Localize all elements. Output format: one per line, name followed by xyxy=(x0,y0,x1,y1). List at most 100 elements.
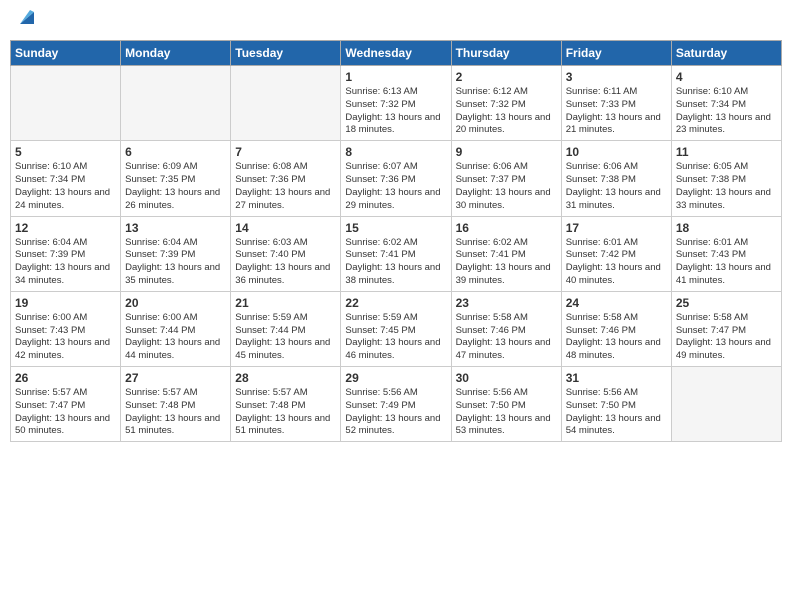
calendar-cell: 26 Sunrise: 5:57 AM Sunset: 7:47 PM Dayli… xyxy=(11,367,121,442)
day-number: 21 xyxy=(235,296,336,310)
day-number: 30 xyxy=(456,371,557,385)
day-header-monday: Monday xyxy=(121,41,231,66)
day-number: 15 xyxy=(345,221,446,235)
day-info: Sunrise: 6:13 AM Sunset: 7:32 PM Dayligh… xyxy=(345,86,446,137)
day-info: Sunrise: 6:07 AM Sunset: 7:36 PM Dayligh… xyxy=(345,161,446,212)
day-header-tuesday: Tuesday xyxy=(231,41,341,66)
day-number: 8 xyxy=(345,145,446,159)
day-number: 19 xyxy=(15,296,116,310)
calendar-cell: 3 Sunrise: 6:11 AM Sunset: 7:33 PM Daylig… xyxy=(561,66,671,141)
day-info: Sunrise: 5:58 AM Sunset: 7:46 PM Dayligh… xyxy=(456,312,557,363)
week-row-5: 26 Sunrise: 5:57 AM Sunset: 7:47 PM Dayli… xyxy=(11,367,782,442)
day-header-sunday: Sunday xyxy=(11,41,121,66)
logo-icon xyxy=(16,6,38,28)
day-info: Sunrise: 5:56 AM Sunset: 7:50 PM Dayligh… xyxy=(456,387,557,438)
calendar-cell: 13 Sunrise: 6:04 AM Sunset: 7:39 PM Dayli… xyxy=(121,216,231,291)
calendar-cell: 27 Sunrise: 5:57 AM Sunset: 7:48 PM Dayli… xyxy=(121,367,231,442)
page: SundayMondayTuesdayWednesdayThursdayFrid… xyxy=(0,0,792,612)
day-info: Sunrise: 6:11 AM Sunset: 7:33 PM Dayligh… xyxy=(566,86,667,137)
day-info: Sunrise: 6:10 AM Sunset: 7:34 PM Dayligh… xyxy=(676,86,777,137)
calendar-cell: 28 Sunrise: 5:57 AM Sunset: 7:48 PM Dayli… xyxy=(231,367,341,442)
calendar-cell: 17 Sunrise: 6:01 AM Sunset: 7:42 PM Dayli… xyxy=(561,216,671,291)
calendar-cell: 1 Sunrise: 6:13 AM Sunset: 7:32 PM Daylig… xyxy=(341,66,451,141)
day-number: 26 xyxy=(15,371,116,385)
week-row-4: 19Sunrise: 6:00 AM Sunset: 7:43 PM Dayli… xyxy=(11,291,782,366)
day-info: Sunrise: 5:58 AM Sunset: 7:47 PM Dayligh… xyxy=(676,312,777,363)
week-row-1: 1 Sunrise: 6:13 AM Sunset: 7:32 PM Daylig… xyxy=(11,66,782,141)
calendar-header-row: SundayMondayTuesdayWednesdayThursdayFrid… xyxy=(11,41,782,66)
day-info: Sunrise: 6:08 AM Sunset: 7:36 PM Dayligh… xyxy=(235,161,336,212)
calendar-cell: 11 Sunrise: 6:05 AM Sunset: 7:38 PM Dayli… xyxy=(671,141,781,216)
calendar-cell: 8 Sunrise: 6:07 AM Sunset: 7:36 PM Daylig… xyxy=(341,141,451,216)
day-info: Sunrise: 6:00 AM Sunset: 7:44 PM Dayligh… xyxy=(125,312,226,363)
day-info: Sunrise: 6:01 AM Sunset: 7:42 PM Dayligh… xyxy=(566,237,667,288)
calendar-cell: 21Sunrise: 5:59 AM Sunset: 7:44 PM Dayli… xyxy=(231,291,341,366)
day-info: Sunrise: 6:02 AM Sunset: 7:41 PM Dayligh… xyxy=(345,237,446,288)
day-header-wednesday: Wednesday xyxy=(341,41,451,66)
calendar-cell: 2Sunrise: 6:12 AM Sunset: 7:32 PM Daylig… xyxy=(451,66,561,141)
calendar-cell xyxy=(11,66,121,141)
calendar-cell xyxy=(671,367,781,442)
day-header-saturday: Saturday xyxy=(671,41,781,66)
calendar-cell: 20 Sunrise: 6:00 AM Sunset: 7:44 PM Dayli… xyxy=(121,291,231,366)
day-info: Sunrise: 5:57 AM Sunset: 7:47 PM Dayligh… xyxy=(15,387,116,438)
day-number: 16 xyxy=(456,221,557,235)
day-info: Sunrise: 6:03 AM Sunset: 7:40 PM Dayligh… xyxy=(235,237,336,288)
day-info: Sunrise: 5:57 AM Sunset: 7:48 PM Dayligh… xyxy=(235,387,336,438)
calendar-cell: 7 Sunrise: 6:08 AM Sunset: 7:36 PM Daylig… xyxy=(231,141,341,216)
day-info: Sunrise: 5:56 AM Sunset: 7:50 PM Dayligh… xyxy=(566,387,667,438)
day-info: Sunrise: 5:57 AM Sunset: 7:48 PM Dayligh… xyxy=(125,387,226,438)
calendar-cell: 4 Sunrise: 6:10 AM Sunset: 7:34 PM Daylig… xyxy=(671,66,781,141)
day-number: 10 xyxy=(566,145,667,159)
day-info: Sunrise: 6:06 AM Sunset: 7:38 PM Dayligh… xyxy=(566,161,667,212)
calendar-cell: 29Sunrise: 5:56 AM Sunset: 7:49 PM Dayli… xyxy=(341,367,451,442)
calendar-cell: 6 Sunrise: 6:09 AM Sunset: 7:35 PM Daylig… xyxy=(121,141,231,216)
day-info: Sunrise: 6:10 AM Sunset: 7:34 PM Dayligh… xyxy=(15,161,116,212)
day-number: 4 xyxy=(676,70,777,84)
calendar-cell: 5Sunrise: 6:10 AM Sunset: 7:34 PM Daylig… xyxy=(11,141,121,216)
day-number: 17 xyxy=(566,221,667,235)
day-info: Sunrise: 6:01 AM Sunset: 7:43 PM Dayligh… xyxy=(676,237,777,288)
calendar-cell: 12 Sunrise: 6:04 AM Sunset: 7:39 PM Dayli… xyxy=(11,216,121,291)
day-number: 1 xyxy=(345,70,446,84)
calendar-cell: 9Sunrise: 6:06 AM Sunset: 7:37 PM Daylig… xyxy=(451,141,561,216)
day-number: 31 xyxy=(566,371,667,385)
day-info: Sunrise: 6:04 AM Sunset: 7:39 PM Dayligh… xyxy=(15,237,116,288)
day-info: Sunrise: 5:58 AM Sunset: 7:46 PM Dayligh… xyxy=(566,312,667,363)
logo xyxy=(14,10,38,32)
day-number: 9 xyxy=(456,145,557,159)
calendar-cell: 24 Sunrise: 5:58 AM Sunset: 7:46 PM Dayli… xyxy=(561,291,671,366)
calendar-cell xyxy=(121,66,231,141)
day-number: 27 xyxy=(125,371,226,385)
day-number: 28 xyxy=(235,371,336,385)
day-info: Sunrise: 6:02 AM Sunset: 7:41 PM Dayligh… xyxy=(456,237,557,288)
day-number: 25 xyxy=(676,296,777,310)
day-number: 7 xyxy=(235,145,336,159)
day-info: Sunrise: 6:05 AM Sunset: 7:38 PM Dayligh… xyxy=(676,161,777,212)
day-number: 24 xyxy=(566,296,667,310)
day-number: 12 xyxy=(15,221,116,235)
day-number: 20 xyxy=(125,296,226,310)
day-info: Sunrise: 5:59 AM Sunset: 7:45 PM Dayligh… xyxy=(345,312,446,363)
day-number: 22 xyxy=(345,296,446,310)
header xyxy=(10,10,782,32)
day-number: 18 xyxy=(676,221,777,235)
day-number: 11 xyxy=(676,145,777,159)
calendar-cell: 15 Sunrise: 6:02 AM Sunset: 7:41 PM Dayli… xyxy=(341,216,451,291)
day-number: 14 xyxy=(235,221,336,235)
calendar: SundayMondayTuesdayWednesdayThursdayFrid… xyxy=(10,40,782,442)
calendar-cell: 19Sunrise: 6:00 AM Sunset: 7:43 PM Dayli… xyxy=(11,291,121,366)
week-row-2: 5Sunrise: 6:10 AM Sunset: 7:34 PM Daylig… xyxy=(11,141,782,216)
day-number: 3 xyxy=(566,70,667,84)
day-header-thursday: Thursday xyxy=(451,41,561,66)
day-info: Sunrise: 6:04 AM Sunset: 7:39 PM Dayligh… xyxy=(125,237,226,288)
day-number: 23 xyxy=(456,296,557,310)
calendar-cell: 22 Sunrise: 5:59 AM Sunset: 7:45 PM Dayli… xyxy=(341,291,451,366)
day-info: Sunrise: 6:12 AM Sunset: 7:32 PM Dayligh… xyxy=(456,86,557,137)
day-number: 6 xyxy=(125,145,226,159)
calendar-cell: 25 Sunrise: 5:58 AM Sunset: 7:47 PM Dayli… xyxy=(671,291,781,366)
calendar-cell: 30 Sunrise: 5:56 AM Sunset: 7:50 PM Dayli… xyxy=(451,367,561,442)
calendar-cell: 10 Sunrise: 6:06 AM Sunset: 7:38 PM Dayli… xyxy=(561,141,671,216)
day-number: 13 xyxy=(125,221,226,235)
day-info: Sunrise: 6:09 AM Sunset: 7:35 PM Dayligh… xyxy=(125,161,226,212)
